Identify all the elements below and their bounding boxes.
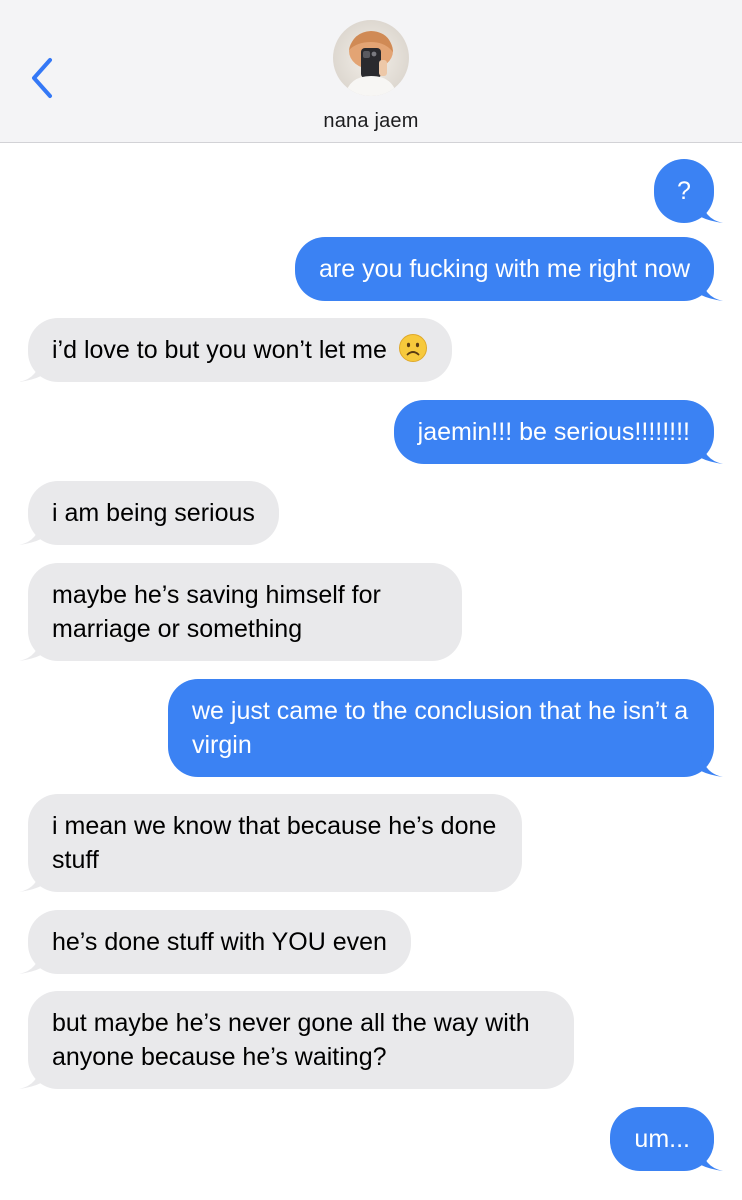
message-row: but maybe he’s never gone all the way wi… — [0, 991, 742, 1089]
message-row: i am being serious — [0, 481, 742, 545]
conversation-header: nana jaem — [0, 0, 742, 143]
incoming-message-bubble[interactable]: i mean we know that because he’s done st… — [19, 794, 522, 892]
bubble-tail — [19, 866, 41, 892]
bubble-tail — [19, 1063, 41, 1089]
message-text: we just came to the conclusion that he i… — [192, 697, 689, 759]
bubble-tail — [701, 751, 723, 777]
incoming-message-bubble[interactable]: maybe he’s saving himself for marriage o… — [19, 563, 462, 661]
message-row: jaemin!!! be serious!!!!!!!! — [0, 400, 742, 464]
bubble-tail — [701, 197, 723, 223]
incoming-message-bubble[interactable]: but maybe he’s never gone all the way wi… — [19, 991, 574, 1089]
message-row: um... — [0, 1107, 742, 1171]
outgoing-message-bubble[interactable]: are you fucking with me right now — [294, 237, 723, 301]
message-row: maybe he’s saving himself for marriage o… — [0, 563, 742, 661]
chevron-left-icon — [32, 58, 52, 98]
outgoing-message-bubble[interactable]: jaemin!!! be serious!!!!!!!! — [393, 400, 723, 464]
outgoing-message-bubble[interactable]: um... — [610, 1107, 723, 1171]
message-text: i am being serious — [52, 499, 255, 527]
frowning-face-emoji — [398, 334, 427, 362]
bubble-tail — [19, 635, 41, 661]
outgoing-message-bubble[interactable]: ? — [654, 159, 723, 223]
message-row: ? — [0, 159, 742, 223]
message-row: i’d love to but you won’t let me — [0, 318, 742, 382]
bubble-tail — [701, 275, 723, 301]
message-text: um... — [634, 1125, 690, 1153]
bubble-tail — [19, 948, 41, 974]
bubble-tail — [701, 438, 723, 464]
message-text: he’s done stuff with YOU even — [52, 928, 387, 956]
bubble-tail — [19, 519, 41, 545]
message-text: i’d love to but you won’t let me — [52, 336, 387, 364]
avatar[interactable] — [333, 20, 409, 96]
message-text: are you fucking with me right now — [318, 255, 690, 283]
message-text: ? — [677, 177, 691, 205]
message-text: maybe he’s saving himself for marriage o… — [52, 581, 381, 643]
message-text: but maybe he’s never gone all the way wi… — [52, 1009, 530, 1071]
message-thread: ? are you fucking with me right now i’d … — [0, 143, 742, 1200]
bubble-tail — [19, 356, 41, 382]
message-row: he’s done stuff with YOU even — [0, 910, 742, 974]
bubble-tail — [701, 1145, 723, 1171]
message-row: we just came to the conclusion that he i… — [0, 679, 742, 777]
message-row: i mean we know that because he’s done st… — [0, 794, 742, 892]
message-row: are you fucking with me right now — [0, 237, 742, 301]
incoming-message-bubble[interactable]: he’s done stuff with YOU even — [19, 910, 411, 974]
incoming-message-bubble[interactable]: i am being serious — [19, 481, 279, 545]
message-text: i mean we know that because he’s done st… — [52, 812, 497, 874]
back-button[interactable] — [22, 52, 62, 104]
outgoing-message-bubble[interactable]: we just came to the conclusion that he i… — [168, 679, 723, 777]
incoming-message-bubble[interactable]: i’d love to but you won’t let me — [19, 318, 452, 382]
contact-name: nana jaem — [323, 110, 419, 132]
message-text: jaemin!!! be serious!!!!!!!! — [417, 418, 690, 446]
